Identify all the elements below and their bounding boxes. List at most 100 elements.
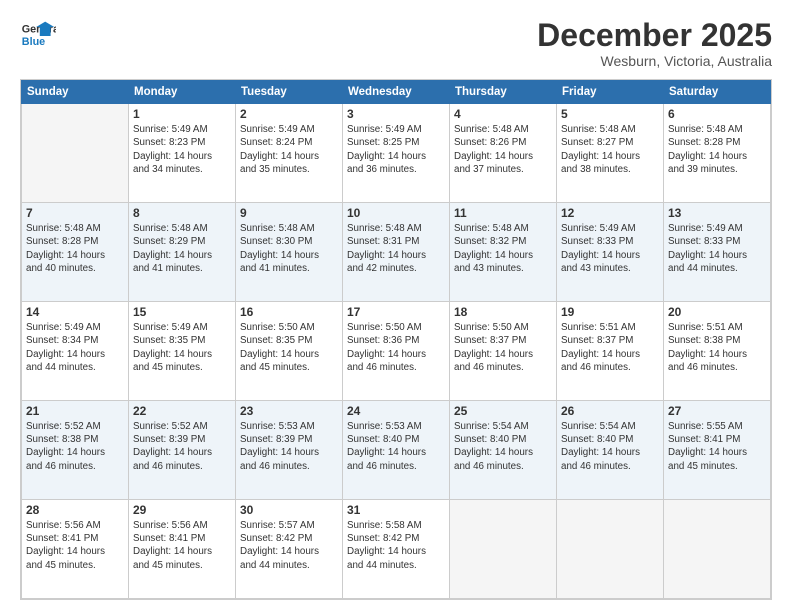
day-number: 15: [133, 305, 231, 319]
cal-cell-28: 28 Sunrise: 5:56 AM Sunset: 8:41 PM Dayli…: [22, 500, 129, 599]
cell-info: Sunrise: 5:50 AM Sunset: 8:37 PM Dayligh…: [454, 321, 552, 374]
day-number: 22: [133, 404, 231, 418]
day-number: 11: [454, 206, 552, 220]
cell-info: Sunrise: 5:53 AM Sunset: 8:39 PM Dayligh…: [240, 420, 338, 473]
cal-cell-19: 19 Sunrise: 5:51 AM Sunset: 8:37 PM Dayli…: [557, 302, 664, 401]
cell-info: Sunrise: 5:48 AM Sunset: 8:28 PM Dayligh…: [26, 222, 124, 275]
cal-cell-3: 3Sunrise: 5:49 AM Sunset: 8:25 PM Daylig…: [343, 104, 450, 203]
cell-info: Sunrise: 5:53 AM Sunset: 8:40 PM Dayligh…: [347, 420, 445, 473]
page: GeneralBlue December 2025 Wesburn, Victo…: [0, 0, 792, 612]
cal-cell-13: 13Sunrise: 5:49 AM Sunset: 8:33 PM Dayli…: [664, 203, 771, 302]
cell-info: Sunrise: 5:49 AM Sunset: 8:24 PM Dayligh…: [240, 123, 338, 176]
cal-cell-6: 6 Sunrise: 5:48 AM Sunset: 8:28 PM Daylig…: [664, 104, 771, 203]
cell-info: Sunrise: 5:58 AM Sunset: 8:42 PM Dayligh…: [347, 519, 445, 572]
cell-info: Sunrise: 5:48 AM Sunset: 8:31 PM Dayligh…: [347, 222, 445, 275]
day-number: 29: [133, 503, 231, 517]
cal-cell-17: 17 Sunrise: 5:50 AM Sunset: 8:36 PM Dayli…: [343, 302, 450, 401]
day-number: 13: [668, 206, 766, 220]
cell-info: Sunrise: 5:48 AM Sunset: 8:29 PM Dayligh…: [133, 222, 231, 275]
cell-info: Sunrise: 5:57 AM Sunset: 8:42 PM Dayligh…: [240, 519, 338, 572]
cell-info: Sunrise: 5:48 AM Sunset: 8:26 PM Dayligh…: [454, 123, 552, 176]
calendar: SundayMondayTuesdayWednesdayThursdayFrid…: [20, 79, 772, 600]
cal-cell-empty: [450, 500, 557, 599]
day-number: 26: [561, 404, 659, 418]
day-number: 16: [240, 305, 338, 319]
cell-info: Sunrise: 5:51 AM Sunset: 8:37 PM Dayligh…: [561, 321, 659, 374]
cell-info: Sunrise: 5:52 AM Sunset: 8:39 PM Dayligh…: [133, 420, 231, 473]
cell-info: Sunrise: 5:48 AM Sunset: 8:27 PM Dayligh…: [561, 123, 659, 176]
day-number: 21: [26, 404, 124, 418]
cell-info: Sunrise: 5:48 AM Sunset: 8:28 PM Dayligh…: [668, 123, 766, 176]
cal-cell-31: 31 Sunrise: 5:58 AM Sunset: 8:42 PM Dayli…: [343, 500, 450, 599]
day-number: 30: [240, 503, 338, 517]
day-number: 17: [347, 305, 445, 319]
day-header-wednesday: Wednesday: [343, 81, 450, 104]
cal-cell-14: 14 Sunrise: 5:49 AM Sunset: 8:34 PM Dayli…: [22, 302, 129, 401]
cal-cell-7: 7 Sunrise: 5:48 AM Sunset: 8:28 PM Daylig…: [22, 203, 129, 302]
cal-cell-8: 8 Sunrise: 5:48 AM Sunset: 8:29 PM Daylig…: [129, 203, 236, 302]
day-header-friday: Friday: [557, 81, 664, 104]
cell-info: Sunrise: 5:56 AM Sunset: 8:41 PM Dayligh…: [133, 519, 231, 572]
day-number: 20: [668, 305, 766, 319]
day-header-tuesday: Tuesday: [236, 81, 343, 104]
cal-cell-16: 16 Sunrise: 5:50 AM Sunset: 8:35 PM Dayli…: [236, 302, 343, 401]
day-number: 7: [26, 206, 124, 220]
day-number: 9: [240, 206, 338, 220]
day-number: 23: [240, 404, 338, 418]
day-number: 28: [26, 503, 124, 517]
cal-cell-23: 23 Sunrise: 5:53 AM Sunset: 8:39 PM Dayli…: [236, 401, 343, 500]
cal-cell-15: 15 Sunrise: 5:49 AM Sunset: 8:35 PM Dayli…: [129, 302, 236, 401]
cal-cell-12: 12 Sunrise: 5:49 AM Sunset: 8:33 PM Dayli…: [557, 203, 664, 302]
cell-info: Sunrise: 5:48 AM Sunset: 8:30 PM Dayligh…: [240, 222, 338, 275]
cal-cell-30: 30 Sunrise: 5:57 AM Sunset: 8:42 PM Dayli…: [236, 500, 343, 599]
main-title: December 2025: [537, 18, 772, 53]
day-number: 4: [454, 107, 552, 121]
cal-cell-1: 1Sunrise: 5:49 AM Sunset: 8:23 PM Daylig…: [129, 104, 236, 203]
cal-cell-27: 27Sunrise: 5:55 AM Sunset: 8:41 PM Dayli…: [664, 401, 771, 500]
day-number: 24: [347, 404, 445, 418]
day-number: 6: [668, 107, 766, 121]
cal-cell-9: 9 Sunrise: 5:48 AM Sunset: 8:30 PM Daylig…: [236, 203, 343, 302]
subtitle: Wesburn, Victoria, Australia: [537, 53, 772, 69]
day-header-saturday: Saturday: [664, 81, 771, 104]
cal-cell-5: 5 Sunrise: 5:48 AM Sunset: 8:27 PM Daylig…: [557, 104, 664, 203]
cal-cell-11: 11 Sunrise: 5:48 AM Sunset: 8:32 PM Dayli…: [450, 203, 557, 302]
day-number: 19: [561, 305, 659, 319]
cal-cell-25: 25Sunrise: 5:54 AM Sunset: 8:40 PM Dayli…: [450, 401, 557, 500]
cell-info: Sunrise: 5:52 AM Sunset: 8:38 PM Dayligh…: [26, 420, 124, 473]
cell-info: Sunrise: 5:49 AM Sunset: 8:34 PM Dayligh…: [26, 321, 124, 374]
day-header-monday: Monday: [129, 81, 236, 104]
cell-info: Sunrise: 5:49 AM Sunset: 8:35 PM Dayligh…: [133, 321, 231, 374]
cell-info: Sunrise: 5:51 AM Sunset: 8:38 PM Dayligh…: [668, 321, 766, 374]
cell-info: Sunrise: 5:48 AM Sunset: 8:32 PM Dayligh…: [454, 222, 552, 275]
cal-cell-26: 26 Sunrise: 5:54 AM Sunset: 8:40 PM Dayli…: [557, 401, 664, 500]
cell-info: Sunrise: 5:56 AM Sunset: 8:41 PM Dayligh…: [26, 519, 124, 572]
day-number: 2: [240, 107, 338, 121]
day-header-thursday: Thursday: [450, 81, 557, 104]
header: GeneralBlue December 2025 Wesburn, Victo…: [20, 18, 772, 69]
cal-cell-21: 21 Sunrise: 5:52 AM Sunset: 8:38 PM Dayli…: [22, 401, 129, 500]
day-number: 8: [133, 206, 231, 220]
cell-info: Sunrise: 5:49 AM Sunset: 8:23 PM Dayligh…: [133, 123, 231, 176]
svg-text:Blue: Blue: [22, 36, 45, 48]
cal-cell-empty: [22, 104, 129, 203]
cal-cell-24: 24 Sunrise: 5:53 AM Sunset: 8:40 PM Dayli…: [343, 401, 450, 500]
day-number: 18: [454, 305, 552, 319]
day-number: 12: [561, 206, 659, 220]
day-number: 14: [26, 305, 124, 319]
cal-cell-18: 18 Sunrise: 5:50 AM Sunset: 8:37 PM Dayli…: [450, 302, 557, 401]
cell-info: Sunrise: 5:50 AM Sunset: 8:36 PM Dayligh…: [347, 321, 445, 374]
cal-cell-20: 20 Sunrise: 5:51 AM Sunset: 8:38 PM Dayli…: [664, 302, 771, 401]
logo: GeneralBlue: [20, 18, 56, 54]
cal-cell-29: 29 Sunrise: 5:56 AM Sunset: 8:41 PM Dayli…: [129, 500, 236, 599]
cell-info: Sunrise: 5:54 AM Sunset: 8:40 PM Dayligh…: [454, 420, 552, 473]
day-number: 5: [561, 107, 659, 121]
day-number: 3: [347, 107, 445, 121]
cell-info: Sunrise: 5:54 AM Sunset: 8:40 PM Dayligh…: [561, 420, 659, 473]
cell-info: Sunrise: 5:50 AM Sunset: 8:35 PM Dayligh…: [240, 321, 338, 374]
cal-cell-2: 2 Sunrise: 5:49 AM Sunset: 8:24 PM Daylig…: [236, 104, 343, 203]
logo-icon: GeneralBlue: [20, 18, 56, 54]
day-number: 31: [347, 503, 445, 517]
cell-info: Sunrise: 5:49 AM Sunset: 8:33 PM Dayligh…: [561, 222, 659, 275]
title-block: December 2025 Wesburn, Victoria, Austral…: [537, 18, 772, 69]
